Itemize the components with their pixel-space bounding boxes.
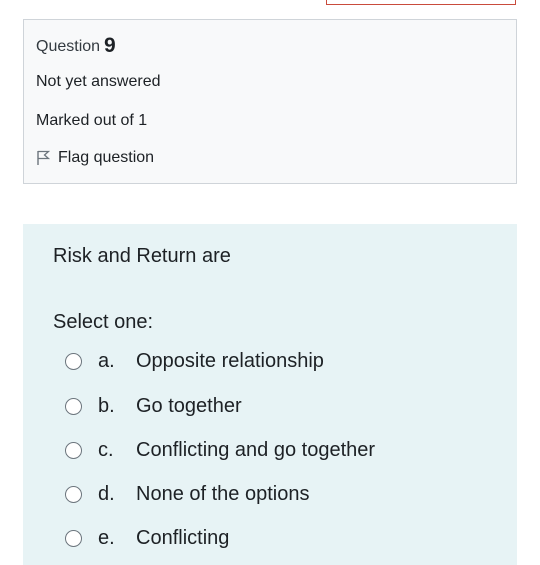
answer-option-e[interactable]: e. Conflicting <box>65 527 229 550</box>
option-letter: d. <box>98 483 115 505</box>
question-info-panel: Question 9 Not yet answered Marked out of… <box>23 19 517 184</box>
answer-option-c[interactable]: c. Conflicting and go together <box>65 439 375 462</box>
flag-question-link[interactable]: Flag question <box>36 149 154 167</box>
select-one-prompt: Select one: <box>53 311 154 333</box>
flag-question-label: Flag question <box>58 149 155 166</box>
option-text: None of the options <box>136 483 310 505</box>
answer-option-a[interactable]: a. Opposite relationship <box>65 350 324 373</box>
answer-option-d[interactable]: d. None of the options <box>65 483 309 506</box>
question-number: 9 <box>104 34 116 57</box>
question-heading: Question 9 <box>36 34 116 58</box>
option-text: Conflicting and go together <box>136 439 376 461</box>
grade-info: Marked out of 1 <box>36 112 148 129</box>
option-letter: b. <box>98 395 115 417</box>
option-text: Go together <box>136 395 242 417</box>
answer-status: Not yet answered <box>36 73 161 90</box>
radio-button[interactable] <box>65 530 82 547</box>
radio-button[interactable] <box>65 486 82 503</box>
flag-icon <box>36 150 58 166</box>
option-text: Conflicting <box>136 527 230 549</box>
question-content-panel: Risk and Return are Select one: a. Oppos… <box>23 224 517 565</box>
option-text: Opposite relationship <box>136 350 324 372</box>
question-label: Question <box>36 38 101 55</box>
option-letter: c. <box>98 439 114 461</box>
radio-button[interactable] <box>65 353 82 370</box>
option-letter: e. <box>98 527 115 549</box>
radio-button[interactable] <box>65 398 82 415</box>
option-letter: a. <box>98 350 115 372</box>
previous-element-border <box>326 0 516 5</box>
answer-option-b[interactable]: b. Go together <box>65 395 242 418</box>
radio-button[interactable] <box>65 442 82 459</box>
question-text: Risk and Return are <box>53 245 231 267</box>
